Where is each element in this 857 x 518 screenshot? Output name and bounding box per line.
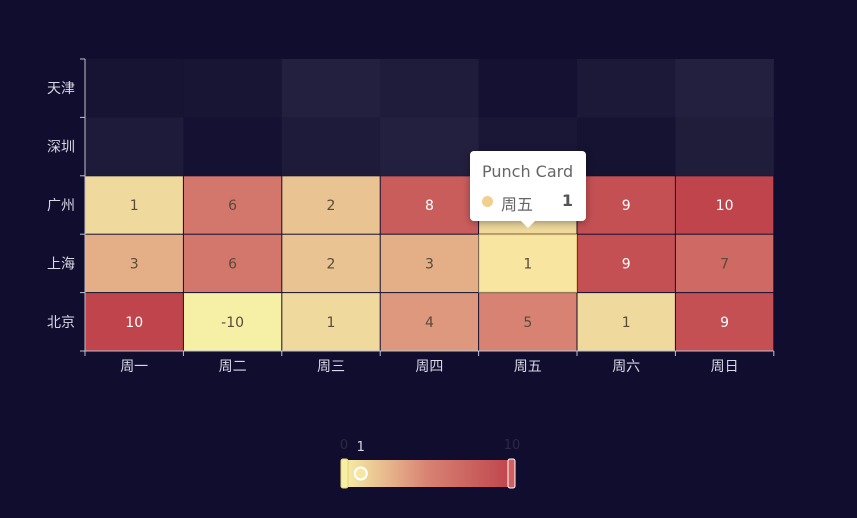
tooltip-arrow [521, 221, 535, 228]
empty-cell [183, 59, 281, 117]
cell-value-label: 3 [425, 256, 434, 272]
empty-cell [675, 117, 774, 176]
empty-cell [380, 117, 479, 176]
cell-value-label: 1 [523, 256, 532, 272]
empty-cell [281, 59, 381, 118]
cell-value-label: -10 [221, 315, 244, 331]
y-tick-label: 北京 [47, 315, 75, 331]
cell-value-label: 9 [622, 256, 631, 272]
empty-cell [183, 117, 281, 175]
cell-value-label: 5 [523, 315, 532, 331]
cell-value-label: 1 [327, 315, 336, 331]
y-tick-label: 天津 [47, 81, 75, 97]
tooltip-marker-icon [482, 196, 493, 207]
cell-value-label: 2 [327, 198, 336, 214]
empty-cell [85, 59, 183, 117]
empty-cell [577, 117, 675, 175]
y-tick-label: 上海 [47, 256, 75, 272]
cell-value-label: 8 [425, 198, 434, 214]
tooltip-name: 周五 [501, 195, 534, 214]
cell-value-label: 10 [716, 198, 734, 214]
visual-map-handle-label: 1 [357, 440, 365, 455]
y-tick-label: 深圳 [47, 140, 75, 156]
visual-map-handle-max [507, 458, 516, 489]
empty-cell [577, 59, 676, 118]
cell-value-label: 6 [228, 256, 237, 272]
visual-map-bar [344, 460, 512, 487]
cell-value-label: 9 [622, 198, 631, 214]
y-tick-label: 广州 [47, 198, 75, 214]
cell-value-label: 4 [425, 315, 434, 331]
empty-cell [479, 59, 577, 117]
cell-value-label: 2 [327, 256, 336, 272]
cell-value-label: 1 [130, 198, 139, 214]
cell-value-label: 9 [720, 315, 729, 331]
cell-value-label: 7 [720, 256, 729, 272]
x-tick-label: 周日 [711, 359, 739, 375]
cell-value-label: 10 [125, 315, 143, 331]
cell-value-label: 3 [130, 256, 139, 272]
x-tick-label: 周六 [612, 359, 640, 375]
x-tick-label: 周三 [317, 359, 345, 375]
x-tick-label: 周五 [514, 359, 542, 375]
visual-map-max-label: 10 [504, 438, 521, 453]
visual-map-min-label: 0 [340, 438, 348, 453]
x-tick-label: 周二 [219, 359, 247, 375]
tooltip: Punch Card 周五 1 [470, 151, 586, 228]
cell-value-label: 6 [228, 198, 237, 214]
x-tick-label: 周一 [120, 359, 148, 375]
tooltip-title: Punch Card [482, 162, 574, 181]
heatmap-chart: 10-1014519362319716281910北京上海广州深圳天津周一周二周… [47, 58, 775, 489]
empty-cell [281, 117, 381, 176]
visual-map-indicator [353, 466, 368, 481]
x-tick-label: 周四 [415, 359, 443, 375]
empty-cell [380, 59, 479, 118]
empty-cell [85, 117, 184, 176]
visual-map-handle-min [340, 458, 349, 489]
empty-cell [675, 59, 774, 118]
tooltip-value: 1 [561, 191, 573, 210]
cell-value-label: 1 [622, 315, 631, 331]
